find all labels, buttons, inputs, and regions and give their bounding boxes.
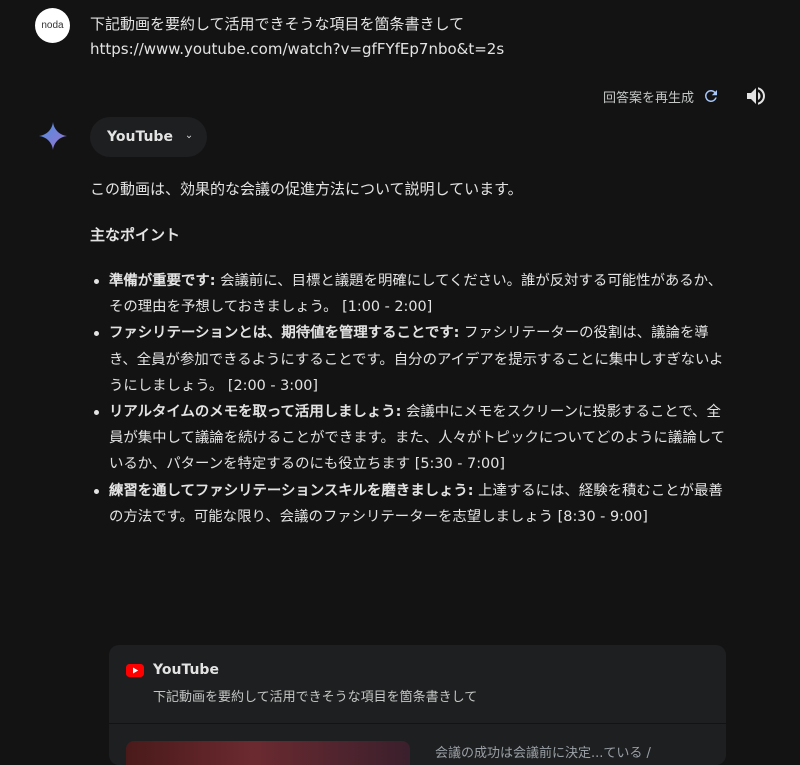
refresh-icon <box>704 89 717 102</box>
speaker-icon[interactable] <box>744 84 768 108</box>
youtube-logo-icon <box>126 663 144 677</box>
youtube-extension-card: YouTube 下記動画を要約して活用できそうな項目を箇条書きして 会議の成功は… <box>109 645 726 765</box>
response-body: この動画は、効果的な会議の促進方法について説明しています。 主なポイント 準備が… <box>90 176 730 530</box>
bullet-title: リアルタイムのメモを取って活用しましょう: <box>109 404 402 421</box>
list-item: リアルタイムのメモを取って活用しましょう: 会議中にメモをスクリーンに投影するこ… <box>90 399 730 478</box>
user-prompt: 下記動画を要約して活用できそうな項目を箇条書きして https://www.yo… <box>90 12 780 62</box>
card-header: YouTube <box>109 645 726 678</box>
prompt-line-2: https://www.youtube.com/watch?v=gfFYfEp7… <box>90 40 505 58</box>
bullet-title: 準備が重要です: <box>109 273 216 289</box>
youtube-source-chip[interactable]: YouTube <box>90 117 207 157</box>
video-description-partial: 会議の成功は会議前に決定...ている / <box>435 746 651 761</box>
chip-label: YouTube <box>107 129 173 145</box>
user-avatar: noda <box>35 8 70 43</box>
response-heading: 主なポイント <box>90 226 181 244</box>
list-item: 練習を通してファシリテーションスキルを磨きましょう: 上達するには、経験を積むこ… <box>90 478 730 530</box>
chevron-down-icon <box>186 135 192 139</box>
bullet-title: 練習を通してファシリテーションスキルを磨きましょう: <box>109 482 474 499</box>
gemini-sparkle-icon <box>39 122 67 150</box>
response-intro: この動画は、効果的な会議の促進方法について説明しています。 <box>90 180 523 198</box>
prompt-line-1: 下記動画を要約して活用できそうな項目を箇条書きして <box>90 15 465 33</box>
card-divider <box>109 723 726 724</box>
regenerate-button[interactable]: 回答案を再生成 <box>603 85 720 107</box>
video-thumbnail[interactable] <box>126 741 410 765</box>
list-item: ファシリテーションとは、期待値を管理することです: ファシリテーターの役割は、議… <box>90 320 730 399</box>
card-title: YouTube <box>153 662 219 678</box>
bullet-title: ファシリテーションとは、期待値を管理することです: <box>109 325 460 342</box>
list-item: 準備が重要です: 会議前に、目標と議題を明確にしてください。誰が反対する可能性が… <box>90 268 730 320</box>
key-points-list: 準備が重要です: 会議前に、目標と議題を明確にしてください。誰が反対する可能性が… <box>90 268 730 530</box>
regenerate-label: 回答案を再生成 <box>602 90 694 106</box>
card-subtitle: 下記動画を要約して活用できそうな項目を箇条書きして <box>153 690 478 705</box>
